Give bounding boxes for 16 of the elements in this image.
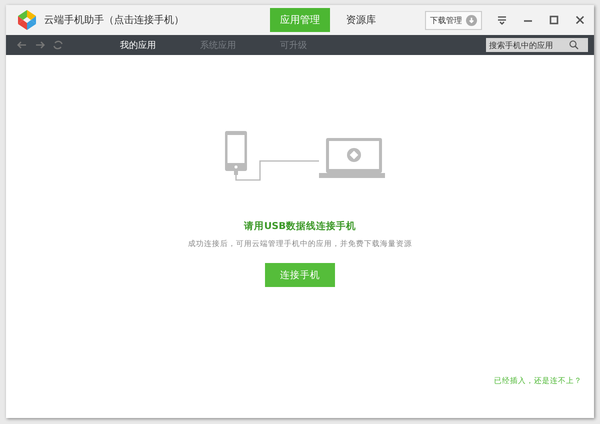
search-field[interactable]: 搜索手机中的应用 bbox=[486, 38, 588, 52]
maximize-icon[interactable] bbox=[548, 14, 560, 26]
window-title: 云端手机助手（点击连接手机） bbox=[44, 14, 185, 27]
connect-phone-button[interactable]: 连接手机 bbox=[265, 263, 335, 287]
download-icon bbox=[466, 14, 477, 26]
nav-tab[interactable]: 系统应用 bbox=[200, 38, 236, 52]
close-icon[interactable] bbox=[574, 14, 586, 26]
top-tab[interactable]: 应用管理 bbox=[270, 8, 330, 32]
search-icon[interactable] bbox=[569, 40, 579, 50]
menu-icon[interactable] bbox=[496, 14, 508, 26]
top-tab[interactable]: 资源库 bbox=[336, 8, 386, 32]
download-manager-button[interactable]: 下载管理 bbox=[425, 10, 482, 30]
connect-heading: 请用USB数据线连接手机 bbox=[244, 220, 356, 233]
nav-tab[interactable]: 可升级 bbox=[280, 38, 307, 52]
nav-tab[interactable]: 我的应用 bbox=[120, 38, 156, 52]
logo-icon bbox=[16, 9, 38, 31]
